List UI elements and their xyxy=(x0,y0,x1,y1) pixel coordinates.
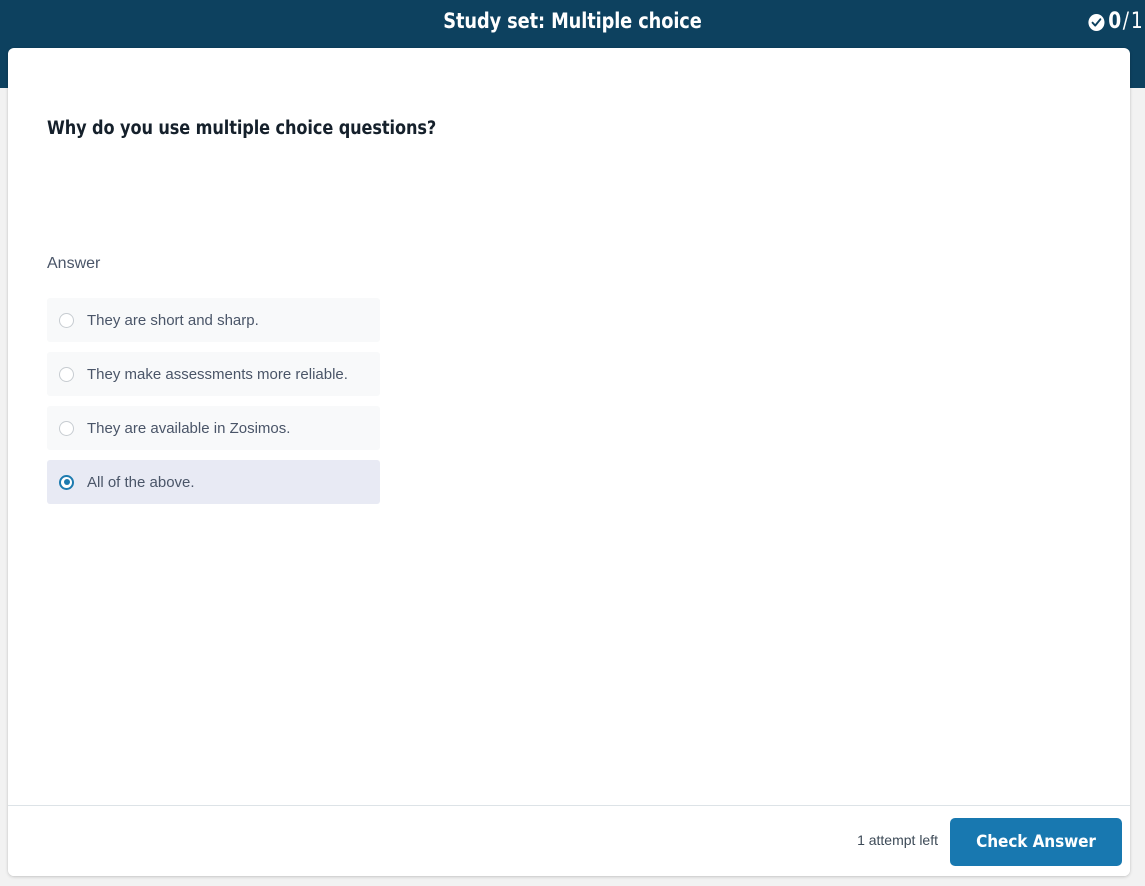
score-total: 1 xyxy=(1131,9,1143,34)
question-card-footer: 1 attempt left Check Answer xyxy=(8,805,1130,876)
answer-option-label: They make assessments more reliable. xyxy=(87,366,348,383)
study-set-page: Study set: Multiple choice 0 / 1 Why do … xyxy=(0,0,1145,886)
score-indicator: 0 / 1 xyxy=(1088,9,1143,34)
answer-option-label: All of the above. xyxy=(87,474,195,491)
check-circle-icon xyxy=(1088,13,1106,32)
answer-option-label: They are short and sharp. xyxy=(87,312,259,329)
score-separator: / xyxy=(1123,9,1129,34)
radio-unchecked-icon[interactable] xyxy=(59,421,74,436)
radio-unchecked-icon[interactable] xyxy=(59,367,74,382)
answer-option-2[interactable]: They make assessments more reliable. xyxy=(47,352,380,396)
answer-option-3[interactable]: They are available in Zosimos. xyxy=(47,406,380,450)
check-answer-button[interactable]: Check Answer xyxy=(950,818,1122,866)
radio-unchecked-icon[interactable] xyxy=(59,313,74,328)
answer-option-4[interactable]: All of the above. xyxy=(47,460,380,504)
answer-section-label: Answer xyxy=(47,255,100,273)
question-prompt: Why do you use multiple choice questions… xyxy=(47,118,436,139)
answer-options-list: They are short and sharp. They make asse… xyxy=(47,298,380,514)
question-card-body: Why do you use multiple choice questions… xyxy=(8,48,1130,805)
radio-checked-icon[interactable] xyxy=(59,475,74,490)
answer-option-label: They are available in Zosimos. xyxy=(87,420,290,437)
question-card: Why do you use multiple choice questions… xyxy=(8,48,1130,876)
answer-option-1[interactable]: They are short and sharp. xyxy=(47,298,380,342)
attempts-remaining-text: 1 attempt left xyxy=(857,832,938,848)
page-title: Study set: Multiple choice xyxy=(34,9,1110,33)
score-current: 0 xyxy=(1108,9,1121,34)
